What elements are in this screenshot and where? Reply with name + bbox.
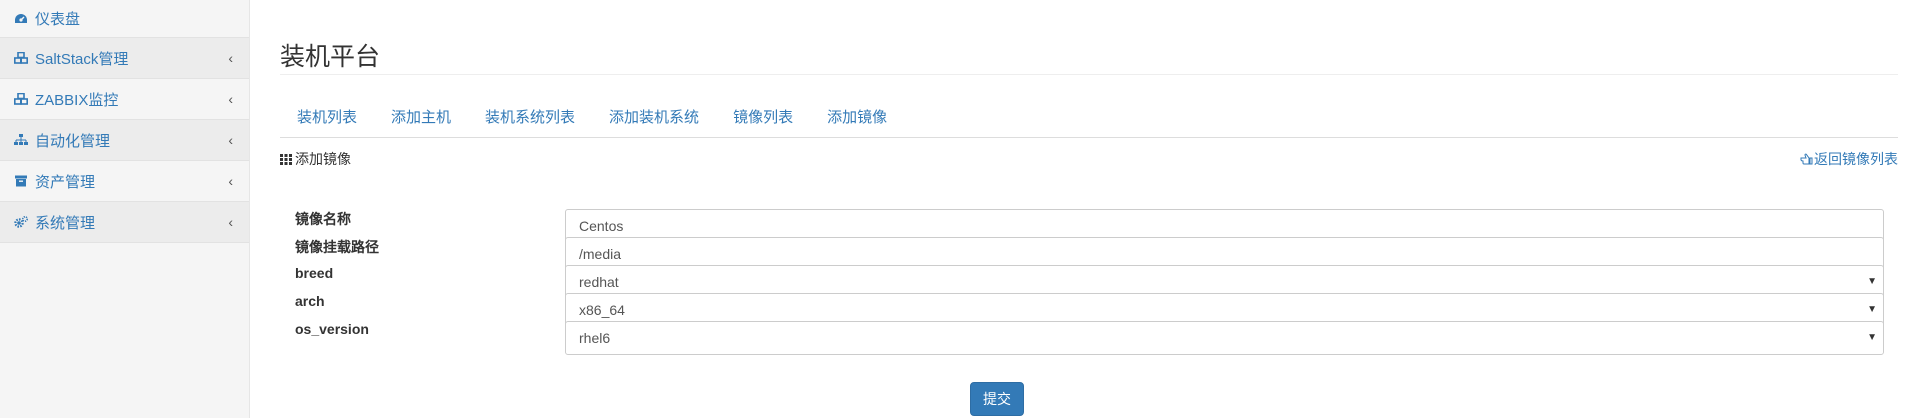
sidebar-item-assets[interactable]: 资产管理 ‹ [0,161,249,202]
tab-add-install-system[interactable]: 添加装机系统 [592,100,716,138]
gears-icon [14,214,34,230]
arch-selected-value: x86_64 [579,302,625,318]
sidebar-item-label: SaltStack管理 [35,50,129,68]
page-title: 装机平台 [280,43,381,71]
caret-down-icon: ▼ [1867,332,1877,343]
arch-label: arch [295,293,325,309]
os-version-selected-value: rhel6 [579,330,611,346]
sidebar-item-label: 系统管理 [35,214,96,232]
sidebar-item-zabbix[interactable]: ZABBIX监控 ‹ [0,79,249,120]
panel-heading: 添加镜像 返回镜像列表 [280,149,1898,169]
chevron-left-icon: ‹ [228,91,233,107]
sidebar-item-automation[interactable]: 自动化管理 ‹ [0,120,249,161]
panel-title-text: 添加镜像 [295,151,351,167]
os-version-select[interactable]: rhel6 ▼ [565,321,1884,355]
chevron-left-icon: ‹ [228,173,233,189]
chevron-left-icon: ‹ [228,214,233,230]
form-row-os-version: os_version rhel6 ▼ [280,321,1898,355]
breed-label: breed [295,265,334,281]
tab-add-host[interactable]: 添加主机 [374,100,468,138]
tab-install-system-list[interactable]: 装机系统列表 [468,100,592,138]
dashboard-icon [14,11,34,27]
mount-path-label: 镜像挂载路径 [295,239,379,255]
title-divider [280,74,1898,75]
sidebar-item-dashboard[interactable]: 仪表盘 [0,0,249,38]
tab-add-image[interactable]: 添加镜像 [810,100,904,138]
tab-install-list[interactable]: 装机列表 [280,100,374,138]
cubes-icon [14,91,34,107]
back-link-text: 返回镜像列表 [1814,151,1898,167]
cubes-icon [14,50,34,66]
panel-title: 添加镜像 [280,149,1898,169]
sidebar-item-label: 仪表盘 [35,11,81,28]
th-icon [280,153,292,165]
hand-left-icon [1800,153,1813,165]
sidebar-item-system[interactable]: 系统管理 ‹ [0,202,249,243]
chevron-left-icon: ‹ [228,50,233,66]
image-name-label: 镜像名称 [295,211,351,227]
sidebar-item-label: 自动化管理 [35,132,111,150]
tab-image-list[interactable]: 镜像列表 [716,100,810,138]
sidebar: 仪表盘 SaltStack管理 ‹ ZABBIX监控 ‹ 自动化管理 ‹ 资产管… [0,0,250,418]
sidebar-item-saltstack[interactable]: SaltStack管理 ‹ [0,38,249,79]
sitemap-icon [14,132,34,148]
sidebar-item-label: ZABBIX监控 [35,91,119,109]
os-version-label: os_version [295,321,369,337]
archive-icon [14,173,34,189]
chevron-left-icon: ‹ [228,132,233,148]
back-to-image-list-link[interactable]: 返回镜像列表 [1800,149,1898,169]
tab-bar: 装机列表 添加主机 装机系统列表 添加装机系统 镜像列表 添加镜像 [280,100,1898,138]
breed-selected-value: redhat [579,274,619,290]
sidebar-item-label: 资产管理 [35,173,96,191]
submit-button[interactable]: 提交 [970,382,1024,416]
